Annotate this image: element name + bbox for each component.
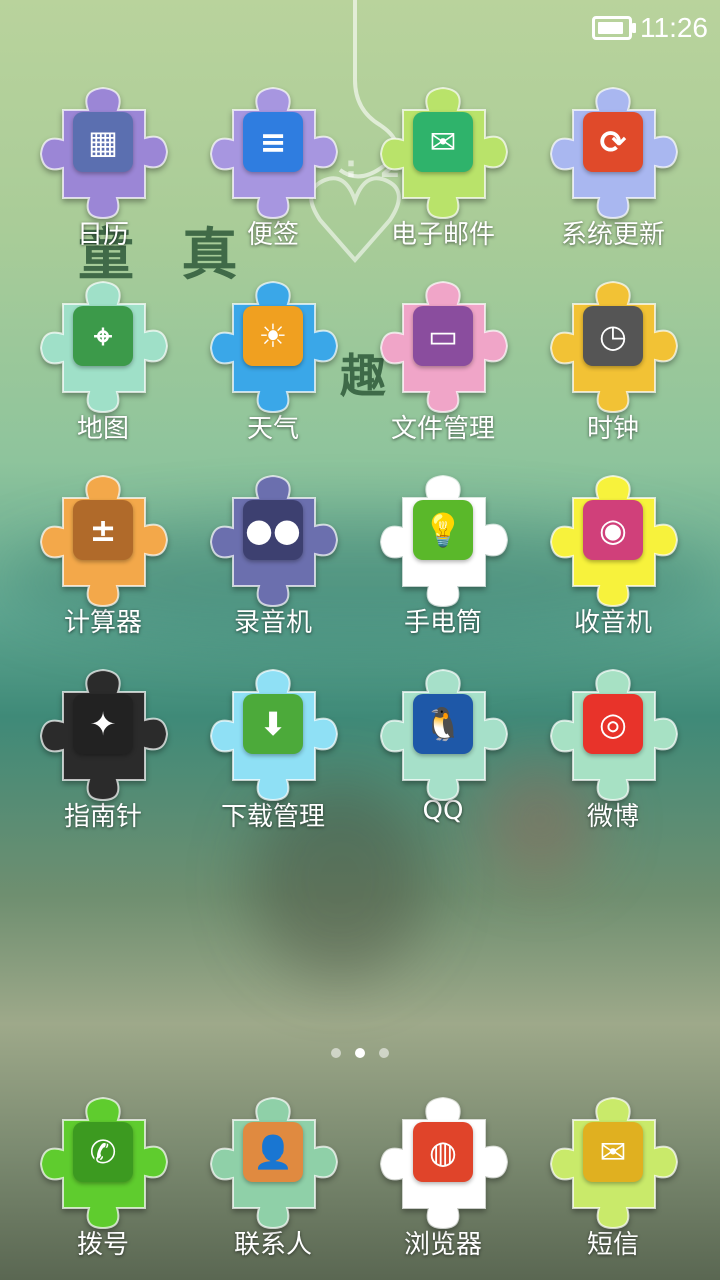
app-browser[interactable]: ◍ 浏览器 — [358, 1090, 528, 1270]
dock: ✆ 拨号 👤 联系人 ◍ 浏览器 ✉ 短信 — [0, 1090, 720, 1280]
map-icon: ⌖ — [33, 274, 173, 414]
icon-glyph: 💡 — [413, 500, 473, 560]
app-weibo[interactable]: ◎ 微博 — [528, 662, 698, 842]
app-message[interactable]: ✉ 短信 — [528, 1090, 698, 1270]
note-icon: ≡ — [203, 80, 343, 220]
app-map[interactable]: ⌖ 地图 — [18, 274, 188, 454]
page-dot[interactable] — [331, 1048, 341, 1058]
status-time: 11:26 — [640, 12, 708, 43]
message-icon: ✉ — [543, 1090, 683, 1230]
icon-glyph: ✦ — [73, 694, 133, 754]
battery-icon — [592, 16, 636, 40]
system-update-icon: ⟳ — [543, 80, 683, 220]
phone-icon: ✆ — [33, 1090, 173, 1230]
icon-glyph: ▭ — [413, 306, 473, 366]
weather-icon: ☀ — [203, 274, 343, 414]
compass-icon: ✦ — [33, 662, 173, 802]
app-download[interactable]: ⬇ 下载管理 — [188, 662, 358, 842]
app-compass[interactable]: ✦ 指南针 — [18, 662, 188, 842]
app-recorder[interactable]: ●● 录音机 — [188, 468, 358, 648]
app-phone[interactable]: ✆ 拨号 — [18, 1090, 188, 1270]
app-radio[interactable]: ◉ 收音机 — [528, 468, 698, 648]
page-dot[interactable] — [379, 1048, 389, 1058]
icon-glyph: 👤 — [243, 1122, 303, 1182]
icon-glyph: ✉ — [583, 1122, 643, 1182]
recorder-icon: ●● — [203, 468, 343, 608]
battery-level — [598, 22, 624, 34]
icon-glyph: ✉ — [413, 112, 473, 172]
app-calendar[interactable]: ▦ 日历 — [18, 80, 188, 260]
email-icon: ✉ — [373, 80, 513, 220]
icon-glyph: ▦ — [73, 112, 133, 172]
icon-glyph: ◎ — [583, 694, 643, 754]
folder-icon: ▭ — [373, 274, 513, 414]
icon-glyph: ●● — [243, 500, 303, 560]
icon-glyph: ⟳ — [583, 112, 643, 172]
calendar-icon: ▦ — [33, 80, 173, 220]
app-calculator[interactable]: ± 计算器 — [18, 468, 188, 648]
icon-glyph: ◍ — [413, 1122, 473, 1182]
radio-icon: ◉ — [543, 468, 683, 608]
weibo-icon: ◎ — [543, 662, 683, 802]
icon-glyph: ± — [73, 500, 133, 560]
qq-penguin-icon: 🐧 — [373, 662, 513, 802]
icon-glyph: ◷ — [583, 306, 643, 366]
app-email[interactable]: ✉ 电子邮件 — [358, 80, 528, 260]
contacts-icon: 👤 — [203, 1090, 343, 1230]
app-system-update[interactable]: ⟳ 系统更新 — [528, 80, 698, 260]
icon-glyph: ⬇ — [243, 694, 303, 754]
app-weather[interactable]: ☀ 天气 — [188, 274, 358, 454]
app-contacts[interactable]: 👤 联系人 — [188, 1090, 358, 1270]
app-qq-penguin[interactable]: 🐧 QQ — [358, 662, 528, 842]
page-indicator — [0, 1048, 720, 1058]
icon-glyph: 🐧 — [413, 694, 473, 754]
icon-glyph: ☀ — [243, 306, 303, 366]
browser-icon: ◍ — [373, 1090, 513, 1230]
icon-glyph: ◉ — [583, 500, 643, 560]
app-clock[interactable]: ◷ 时钟 — [528, 274, 698, 454]
clock-icon: ◷ — [543, 274, 683, 414]
app-folder[interactable]: ▭ 文件管理 — [358, 274, 528, 454]
calculator-icon: ± — [33, 468, 173, 608]
icon-glyph: ≡ — [243, 112, 303, 172]
download-icon: ⬇ — [203, 662, 343, 802]
icon-glyph: ✆ — [73, 1122, 133, 1182]
flashlight-icon: 💡 — [373, 468, 513, 608]
app-flashlight[interactable]: 💡 手电筒 — [358, 468, 528, 648]
icon-glyph: ⌖ — [73, 306, 133, 366]
app-note[interactable]: ≡ 便签 — [188, 80, 358, 260]
page-dot[interactable] — [355, 1048, 365, 1058]
status-bar: 11:26 — [592, 10, 708, 46]
